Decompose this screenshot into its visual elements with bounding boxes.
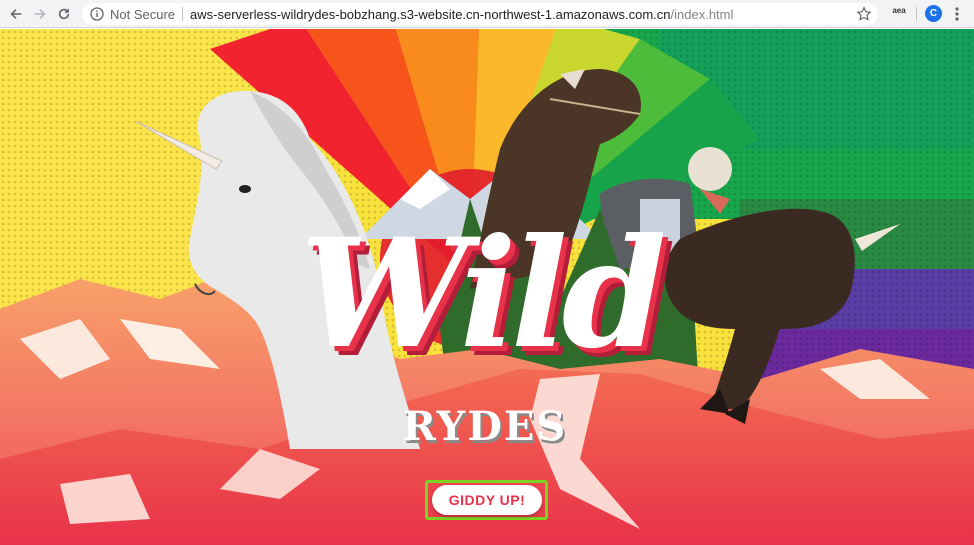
url-path[interactable]: /index.html (671, 7, 734, 22)
giddy-up-button[interactable]: GIDDY UP! (432, 485, 542, 515)
url-host[interactable]: aws-serverless-wildrydes-bobzhang.s3-web… (190, 7, 670, 22)
hero-banner: Wild RYDES (0, 29, 974, 545)
logo-subtext: RYDES (402, 403, 568, 450)
toolbar-divider (916, 7, 917, 21)
back-button[interactable] (6, 4, 26, 24)
forward-button[interactable] (30, 4, 50, 24)
logo-wordmark: Wild (300, 206, 667, 419)
star-icon[interactable] (856, 6, 872, 22)
avatar[interactable]: C (925, 5, 942, 22)
logo-script-text: Wild (300, 206, 667, 382)
forward-icon (34, 9, 46, 19)
extension-label: aea (892, 6, 906, 15)
back-icon (10, 9, 22, 19)
extension-icon[interactable]: aea (891, 6, 907, 20)
security-label[interactable]: Not Secure (110, 7, 175, 22)
avatar-initial: C (929, 8, 938, 19)
info-icon[interactable] (90, 7, 104, 21)
url-divider (182, 7, 184, 21)
reload-icon (58, 8, 70, 20)
browser-toolbar: Not Secure aws-serverless-wildrydes-bobz… (0, 0, 974, 28)
address-bar[interactable]: Not Secure aws-serverless-wildrydes-bobz… (82, 3, 878, 25)
menu-icon[interactable] (952, 5, 962, 23)
reload-button[interactable] (54, 4, 74, 24)
